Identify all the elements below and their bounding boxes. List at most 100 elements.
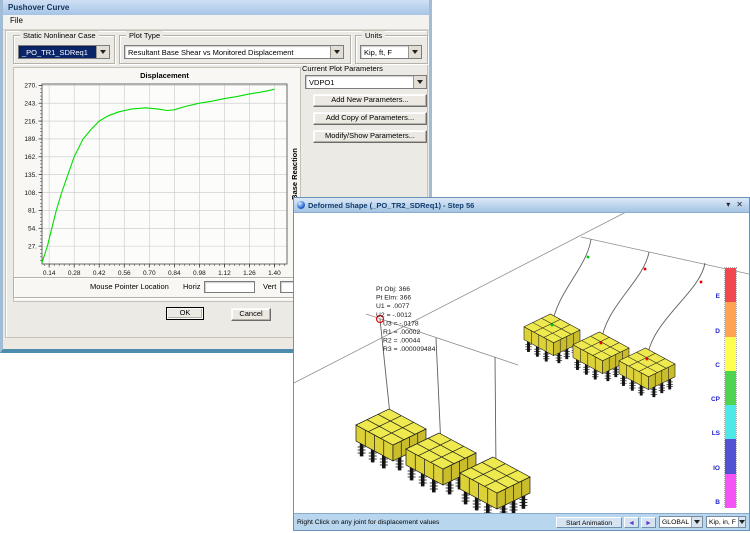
legend-segment-CP: [725, 371, 736, 405]
plot-type-groupbox: Plot Type Resultant Base Shear vs Monito…: [119, 35, 351, 64]
svg-text:1.26: 1.26: [243, 270, 256, 277]
horiz-label: Horiz: [183, 282, 201, 291]
svg-text:0.56: 0.56: [118, 270, 131, 277]
svg-text:27.: 27.: [28, 243, 37, 250]
svg-text:162.: 162.: [24, 154, 37, 161]
legend-label-CP: CP: [711, 396, 720, 403]
horiz-field[interactable]: [204, 281, 255, 293]
units-label: Units: [362, 31, 385, 40]
ok-button[interactable]: OK: [166, 307, 204, 320]
window-title: Deformed Shape (_PO_TR2_SDReq1) - Step 5…: [308, 201, 723, 210]
dropdown-arrow-icon[interactable]: [408, 46, 421, 58]
window-status-bar: Right Click on any joint for displacemen…: [294, 513, 749, 530]
plot-type-label: Plot Type: [126, 31, 163, 40]
svg-text:54.: 54.: [28, 226, 37, 233]
svg-text:108.: 108.: [24, 190, 37, 197]
legend-label-B: B: [715, 499, 720, 506]
static-case-groupbox: Static Nonlinear Case _PO_TR1_SDReq1: [13, 35, 115, 64]
annotation-line: Pt Elm: 366: [376, 295, 411, 302]
left-column-2: [436, 338, 441, 447]
annotation-line: U2 = -.0012: [376, 312, 412, 319]
legend-segment-LS: [725, 405, 736, 439]
legend-label-E: E: [716, 293, 720, 300]
pushover-chart[interactable]: 0.140.280.420.560.700.840.981.121.261.40…: [14, 68, 298, 299]
window-icon: [297, 201, 305, 209]
units-combobox[interactable]: Kip, ft, F: [360, 45, 422, 59]
pushover-chart-panel: 0.140.280.420.560.700.840.981.121.261.40…: [13, 67, 301, 302]
chart-ylabel: Base Reaction: [290, 148, 298, 200]
legend-color-bar: [724, 267, 737, 507]
svg-text:189.: 189.: [24, 136, 37, 143]
svg-text:0.42: 0.42: [93, 270, 106, 277]
hinge-dot-green: [551, 324, 554, 327]
svg-text:0.84: 0.84: [168, 270, 181, 277]
svg-text:81.: 81.: [28, 208, 37, 215]
deformed-shape-window: Deformed Shape (_PO_TR2_SDReq1) - Step 5…: [293, 197, 750, 531]
plot-type-combobox[interactable]: Resultant Base Shear vs Monitored Displa…: [124, 45, 344, 59]
mouse-location-groupbox: Mouse Pointer Location Horiz Vert: [13, 277, 298, 298]
annotation-line: Pt Obj: 366: [376, 286, 410, 293]
legend-segment-IO: [725, 439, 736, 473]
coordinate-system-value: GLOBAL: [660, 519, 691, 526]
legend-segment-E: [725, 268, 736, 302]
plot-type-value: Resultant Base Shear vs Monitored Displa…: [125, 48, 330, 57]
legend-segment-B: [725, 474, 736, 508]
prev-step-arrow-icon[interactable]: ◄: [624, 517, 639, 528]
coordinate-system-combobox[interactable]: GLOBAL: [659, 516, 703, 528]
hinge-dot-red: [644, 268, 647, 271]
dropdown-arrow-icon[interactable]: [413, 76, 426, 88]
units-value: Kip, ft, F: [361, 48, 408, 57]
mouse-location-label: Mouse Pointer Location: [90, 282, 169, 291]
menu-bar: File: [3, 15, 429, 30]
svg-text:243.: 243.: [24, 100, 37, 107]
collapse-icon[interactable]: ▾: [723, 199, 733, 211]
legend-segment-D: [725, 302, 736, 336]
legend-segment-C: [725, 337, 736, 371]
annotation-line: U1 = .0077: [376, 303, 410, 310]
status-units-combobox[interactable]: Kip, in, F: [706, 516, 746, 528]
window-title-bar[interactable]: Deformed Shape (_PO_TR2_SDReq1) - Step 5…: [294, 198, 749, 213]
dropdown-arrow-icon[interactable]: [96, 46, 109, 58]
status-units-value: Kip, in, F: [707, 519, 738, 526]
svg-text:0.98: 0.98: [193, 270, 206, 277]
dropdown-arrow-icon[interactable]: [330, 46, 343, 58]
annotation-line: R1 = .00002: [383, 329, 420, 336]
hinge-dot-red: [600, 342, 603, 345]
static-case-combobox[interactable]: _PO_TR1_SDReq1: [18, 45, 110, 59]
status-hint: Right Click on any joint for displacemen…: [297, 519, 556, 526]
hinge-dot-green: [587, 256, 590, 259]
deformed-shape-scene[interactable]: Pt Obj: 366 Pt Elm: 366 U1 = .0077 U2 = …: [294, 213, 749, 513]
plot-parameters-combobox[interactable]: VDPO1: [305, 75, 427, 89]
start-animation-button[interactable]: Start Animation: [556, 517, 622, 528]
hinge-dot-red: [700, 281, 703, 284]
right-column-2: [601, 252, 649, 344]
svg-text:0.14: 0.14: [43, 270, 56, 277]
legend-label-IO: IO: [713, 465, 720, 472]
next-step-arrow-icon[interactable]: ►: [641, 517, 656, 528]
menu-file[interactable]: File: [3, 15, 30, 26]
cancel-button[interactable]: Cancel: [231, 308, 271, 321]
frame-lines: [294, 213, 749, 385]
svg-text:0.28: 0.28: [68, 270, 81, 277]
right-column-3: [647, 263, 705, 360]
legend-label-C: C: [715, 362, 720, 369]
pilecap: [524, 314, 580, 363]
units-groupbox: Units Kip, ft, F: [355, 35, 428, 64]
hinge-dot-red: [646, 358, 649, 361]
chart-title: Displacement: [140, 71, 189, 80]
plot-parameters-label: Current Plot Parameters: [302, 64, 383, 73]
add-copy-parameters-button[interactable]: Add Copy of Parameters...: [313, 112, 427, 125]
annotation-line: R2 = .00044: [383, 338, 420, 345]
svg-text:270.: 270.: [24, 83, 37, 90]
close-icon[interactable]: ✕: [733, 199, 746, 211]
static-case-label: Static Nonlinear Case: [20, 31, 99, 40]
dropdown-arrow-icon[interactable]: [738, 517, 745, 527]
modify-show-parameters-button[interactable]: Modify/Show Parameters...: [313, 130, 427, 143]
dialog-title-bar[interactable]: Pushover Curve: [3, 0, 429, 15]
dropdown-arrow-icon[interactable]: [691, 517, 702, 527]
svg-text:135.: 135.: [24, 172, 37, 179]
svg-text:1.12: 1.12: [218, 270, 231, 277]
add-new-parameters-button[interactable]: Add New Parameters...: [313, 94, 427, 107]
annotation-line: R3 = .000009484: [383, 346, 436, 353]
vert-label: Vert: [263, 282, 276, 291]
